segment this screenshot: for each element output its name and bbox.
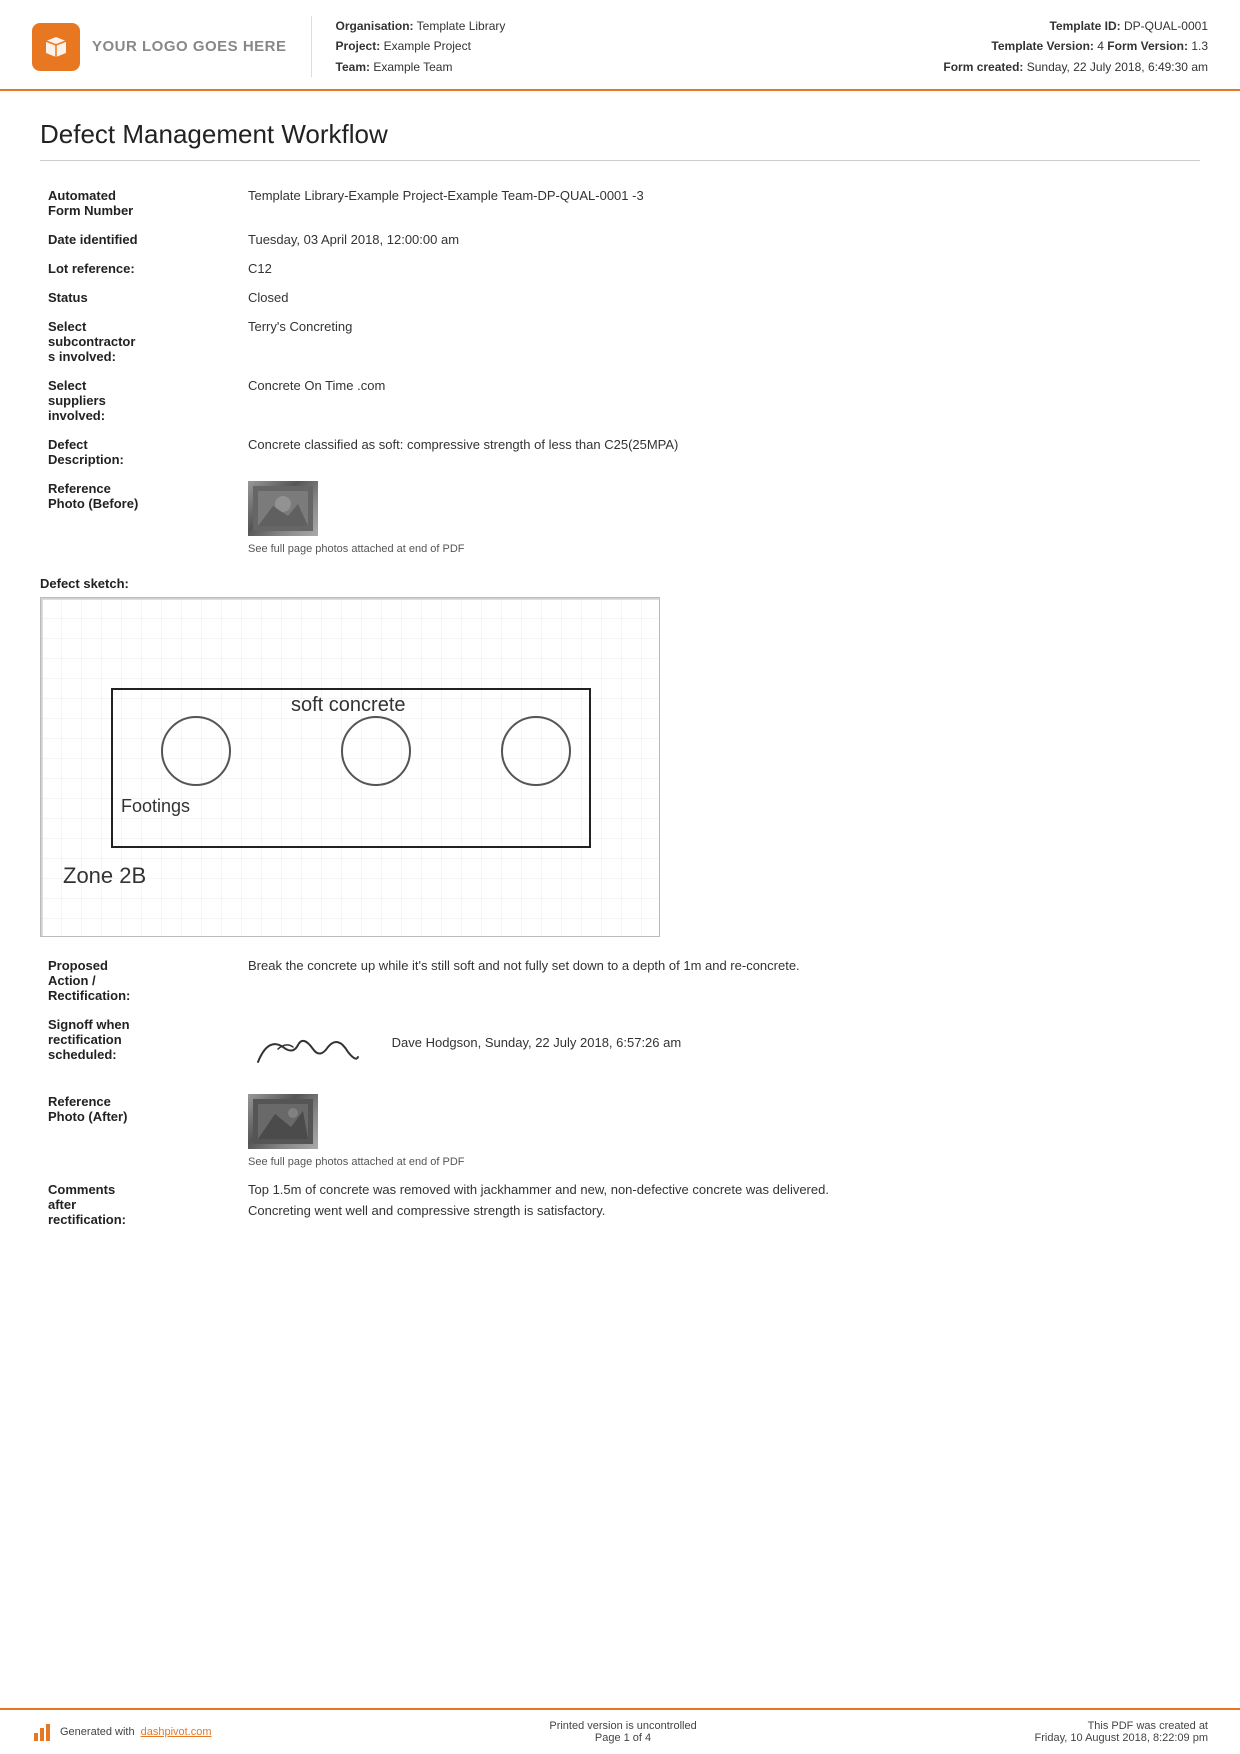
signoff-name-date: Dave Hodgson, Sunday, 22 July 2018, 6:57… — [392, 1035, 682, 1050]
field-value-signoff: Dave Hodgson, Sunday, 22 July 2018, 6:57… — [240, 1010, 1200, 1087]
page: YOUR LOGO GOES HERE Organisation: Templa… — [0, 0, 1240, 1754]
signature-drawing — [248, 1017, 368, 1077]
defect-sketch-section: Defect sketch: — [40, 576, 1200, 937]
field-value-automated: Template Library-Example Project-Example… — [240, 181, 1200, 225]
field-reference-photo-after: Reference Photo (After) — [40, 1087, 1200, 1175]
logo-icon — [32, 23, 80, 71]
header: YOUR LOGO GOES HERE Organisation: Templa… — [0, 0, 1240, 91]
field-value-date: Tuesday, 03 April 2018, 12:00:00 am — [240, 225, 1200, 254]
comments-line-2: Concreting went well and compressive str… — [248, 1203, 1192, 1218]
photo-before-note: See full page photos attached at end of … — [248, 543, 1192, 555]
field-defect-description: Defect Description: Concrete classified … — [40, 430, 1200, 474]
field-label-status: Status — [40, 283, 240, 312]
sketch-drawing: soft concrete Footings Zone 2B — [41, 598, 659, 936]
field-automated-form-number: Automated Form Number Template Library-E… — [40, 181, 1200, 225]
team-label: Team: — [336, 60, 370, 74]
sketch-text-footings: Footings — [121, 796, 190, 817]
field-status: Status Closed — [40, 283, 1200, 312]
field-label-photo-before: Reference Photo (Before) — [40, 474, 240, 562]
logo-text: YOUR LOGO GOES HERE — [92, 38, 287, 55]
field-label-proposed-action: Proposed Action / Rectification: — [40, 951, 240, 1010]
team-value: Example Team — [373, 60, 452, 74]
footer-left: Generated with dashpivot.com — [32, 1721, 212, 1743]
field-reference-photo-before: Reference Photo (Before) — [40, 474, 1200, 562]
sketch-text-zone: Zone 2B — [63, 863, 146, 889]
field-value-photo-after: See full page photos attached at end of … — [240, 1087, 1200, 1175]
form-version-label: Form Version: — [1107, 39, 1188, 53]
field-proposed-action: Proposed Action / Rectification: Break t… — [40, 951, 1200, 1010]
sketch-circle-1 — [161, 716, 231, 786]
comments-line-1: Top 1.5m of concrete was removed with ja… — [248, 1182, 1192, 1197]
defect-sketch-canvas: soft concrete Footings Zone 2B — [40, 597, 660, 937]
field-value-comments: Top 1.5m of concrete was removed with ja… — [240, 1175, 1200, 1234]
footer-uncontrolled: Printed version is uncontrolled — [549, 1720, 696, 1732]
field-value-photo-before: See full page photos attached at end of … — [240, 474, 1200, 562]
field-value-defect: Concrete classified as soft: compressive… — [240, 430, 1200, 474]
signature-image — [248, 1017, 368, 1080]
field-label-suppliers: Select suppliers involved: — [40, 371, 240, 430]
project-value: Example Project — [384, 39, 471, 53]
org-value: Template Library — [417, 19, 506, 33]
footer-center: Printed version is uncontrolled Page 1 o… — [549, 1720, 696, 1744]
field-lot-reference: Lot reference: C12 — [40, 254, 1200, 283]
footer-right: This PDF was created at Friday, 10 Augus… — [1035, 1720, 1208, 1744]
form-created-label: Form created: — [943, 60, 1023, 74]
field-date-identified: Date identified Tuesday, 03 April 2018, … — [40, 225, 1200, 254]
template-id-label: Template ID: — [1049, 19, 1120, 33]
footer-pdf-created-value: Friday, 10 August 2018, 8:22:09 pm — [1035, 1732, 1208, 1744]
field-value-suppliers: Concrete On Time .com — [240, 371, 1200, 430]
footer-pdf-created-label: This PDF was created at — [1035, 1720, 1208, 1732]
template-version-value: 4 — [1097, 39, 1104, 53]
form-fields-table-2: Proposed Action / Rectification: Break t… — [40, 951, 1200, 1234]
field-label-signoff: Signoff when rectification scheduled: — [40, 1010, 240, 1087]
photo-after-note: See full page photos attached at end of … — [248, 1156, 1192, 1168]
form-version-value: 1.3 — [1191, 39, 1208, 53]
field-value-lot: C12 — [240, 254, 1200, 283]
field-value-status: Closed — [240, 283, 1200, 312]
photo-after-image — [248, 1094, 318, 1149]
photo-after-thumbnail — [248, 1094, 318, 1149]
sketch-circle-2 — [341, 716, 411, 786]
form-created-value: Sunday, 22 July 2018, 6:49:30 am — [1027, 60, 1208, 74]
dashpivot-icon — [32, 1721, 54, 1743]
doc-title: Defect Management Workflow — [40, 119, 1200, 161]
photo-before-thumbnail — [248, 481, 318, 536]
sketch-circle-3 — [501, 716, 571, 786]
field-label-automated: Automated Form Number — [40, 181, 240, 225]
field-value-subcontractors: Terry's Concreting — [240, 312, 1200, 371]
footer-page: Page 1 of 4 — [549, 1732, 696, 1744]
form-fields-table: Automated Form Number Template Library-E… — [40, 181, 1200, 562]
field-label-comments: Comments after rectification: — [40, 1175, 240, 1234]
template-version-label: Template Version: — [991, 39, 1093, 53]
header-right: Template ID: DP-QUAL-0001 Template Versi… — [943, 16, 1208, 77]
main-content: Defect Management Workflow Automated For… — [0, 91, 1240, 1254]
footer-generated-text: Generated with — [60, 1726, 135, 1738]
field-label-photo-after: Reference Photo (After) — [40, 1087, 240, 1175]
logo-section: YOUR LOGO GOES HERE — [32, 16, 312, 77]
defect-sketch-label: Defect sketch: — [40, 576, 1200, 591]
org-label: Organisation: — [336, 19, 414, 33]
field-label-defect: Defect Description: — [40, 430, 240, 474]
sketch-text-soft: soft concrete — [291, 694, 406, 717]
field-label-date: Date identified — [40, 225, 240, 254]
field-signoff: Signoff when rectification scheduled: Da… — [40, 1010, 1200, 1087]
field-select-subcontractors: Select subcontractor s involved: Terry's… — [40, 312, 1200, 371]
field-label-subcontractors: Select subcontractor s involved: — [40, 312, 240, 371]
footer: Generated with dashpivot.com Printed ver… — [0, 1708, 1240, 1754]
photo-before-image — [248, 481, 318, 536]
field-comments: Comments after rectification: Top 1.5m o… — [40, 1175, 1200, 1234]
footer-site-link[interactable]: dashpivot.com — [141, 1726, 212, 1738]
header-meta: Organisation: Template Library Project: … — [336, 16, 944, 77]
field-select-suppliers: Select suppliers involved: Concrete On T… — [40, 371, 1200, 430]
template-id-value: DP-QUAL-0001 — [1124, 19, 1208, 33]
project-label: Project: — [336, 39, 381, 53]
field-label-lot: Lot reference: — [40, 254, 240, 283]
field-value-proposed-action: Break the concrete up while it's still s… — [240, 951, 1200, 1010]
